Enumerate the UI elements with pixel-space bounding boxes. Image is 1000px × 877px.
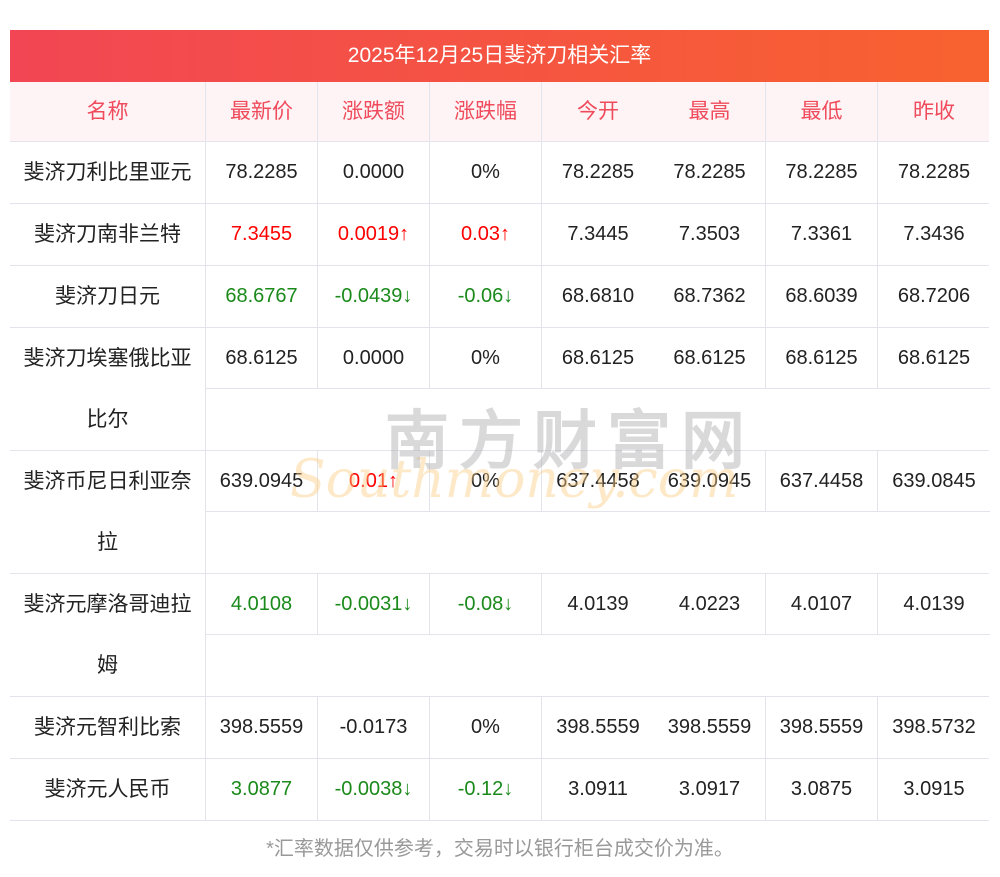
rate-cell: 68.7206	[897, 285, 971, 307]
rate-cell: 7.3445	[567, 223, 629, 245]
rate-cell: -0.0439↓	[318, 266, 430, 327]
rate-cell: 0%	[430, 697, 542, 758]
currency-name: 斐济刀日元	[10, 266, 206, 327]
rate-cell: 3.0915	[903, 778, 965, 800]
currency-name: 斐济刀南非兰特	[10, 204, 206, 265]
column-header: 最低	[766, 82, 878, 141]
rate-cell: 68.6125	[206, 328, 318, 388]
rate-cell: 637.4458	[556, 470, 640, 492]
rate-cell: 0.0000	[318, 328, 430, 388]
table-row: 斐济刀埃塞俄比亚比尔 68.6125 0.0000 0% 68.6125 68.6125 6…	[10, 328, 990, 451]
column-header: 最新价	[206, 82, 318, 141]
rate-cell: 0.0019↑	[318, 204, 430, 265]
table-row: 斐济元摩洛哥迪拉姆 4.0108 -0.0031↓ -0.08↓ 4.0139 4.022…	[10, 574, 990, 697]
rate-cell: 68.6039	[766, 266, 878, 327]
column-header: 涨跌额	[318, 82, 430, 141]
table-row: 斐济币尼日利亚奈拉 639.0945 0.01↑ 0% 637.4458 639.0945…	[10, 451, 990, 574]
column-header: 名称	[10, 82, 206, 141]
column-header: 涨跌幅	[430, 82, 542, 141]
rate-cell: -0.06↓	[430, 266, 542, 327]
rate-cell: 398.5559	[206, 697, 318, 758]
rate-cell: 398.5732	[892, 716, 976, 738]
rate-cell: 398.5559	[556, 716, 640, 738]
rate-cell: 639.0845	[892, 470, 976, 492]
rate-cell: 0.0000	[318, 142, 430, 203]
rate-cell: 0%	[430, 451, 542, 511]
rate-cell: 639.0945	[654, 451, 766, 511]
rate-cell: 78.2285	[561, 161, 635, 183]
rate-cell: 4.0139	[903, 593, 965, 615]
column-header: 昨收	[913, 100, 955, 123]
rate-cell: 0%	[430, 328, 542, 388]
disclaimer-note: *汇率数据仅供参考，交易时以银行柜台成交价为准。	[266, 838, 734, 860]
rate-cell: 3.0911	[568, 778, 628, 800]
currency-name: 斐济刀埃塞俄比亚比尔	[10, 328, 206, 450]
table-row: 斐济刀南非兰特 7.3455 0.0019↑ 0.03↑ 7.3445 7.3503 7.3…	[10, 204, 989, 266]
rate-cell: 398.5559	[654, 697, 766, 758]
rate-cell: 68.6125	[766, 328, 878, 388]
rate-cell: 7.3455	[206, 204, 318, 265]
rate-cell: 4.0223	[654, 574, 766, 634]
rate-cell: 3.0917	[654, 759, 766, 820]
rate-cell: 4.0107	[766, 574, 878, 634]
rate-cell: -0.0031↓	[318, 574, 430, 634]
rate-cell: 0%	[430, 142, 542, 203]
table-row: 斐济刀利比里亚元 78.2285 0.0000 0% 78.2285 78.2285 78.…	[10, 142, 989, 204]
table-title: 2025年12月25日斐济刀相关汇率	[10, 30, 989, 82]
table-row: 斐济元智利比索 398.5559 -0.0173 0% 398.5559 398.5559…	[10, 697, 989, 759]
rate-cell: 78.2285	[654, 142, 766, 203]
rate-cell: -0.12↓	[430, 759, 542, 820]
rate-cell: 68.6125	[654, 328, 766, 388]
rate-cell: 637.4458	[766, 451, 878, 511]
rate-cell: 0.01↑	[318, 451, 430, 511]
rate-cell: 78.2285	[206, 142, 318, 203]
rate-cell: 398.5559	[766, 697, 878, 758]
rate-cell: -0.08↓	[430, 574, 542, 634]
rate-cell: 3.0875	[766, 759, 878, 820]
rate-cell: 68.6767	[206, 266, 318, 327]
currency-name: 斐济元摩洛哥迪拉姆	[10, 574, 206, 696]
rate-table: 2025年12月25日斐济刀相关汇率 名称 最新价 涨跌额 涨跌幅 今开 最高 最低 昨收 斐…	[10, 30, 990, 821]
rate-cell: 7.3436	[903, 223, 965, 245]
rate-cell: -0.0038↓	[318, 759, 430, 820]
rate-cell: 78.2285	[897, 161, 971, 183]
header-row: 名称 最新价 涨跌额 涨跌幅 今开 最高 最低 昨收	[10, 82, 989, 142]
rate-cell: 4.0108	[206, 574, 318, 634]
rate-cell: 7.3503	[654, 204, 766, 265]
rate-cell: 68.7362	[654, 266, 766, 327]
rate-cell: 7.3361	[766, 204, 878, 265]
rate-cell: 78.2285	[766, 142, 878, 203]
currency-name: 斐济元智利比索	[10, 697, 206, 758]
table-row: 斐济刀日元 68.6767 -0.0439↓ -0.06↓ 68.6810 68.7362…	[10, 266, 989, 328]
rate-cell: 639.0945	[206, 451, 318, 511]
currency-name: 斐济刀利比里亚元	[10, 142, 206, 203]
column-header: 最高	[654, 82, 766, 141]
rate-cell: 68.6810	[561, 285, 635, 307]
rate-cell: 4.0139	[567, 593, 629, 615]
rate-cell: 3.0877	[206, 759, 318, 820]
rate-cell: -0.0173	[318, 697, 430, 758]
table-row: 斐济元人民币 3.0877 -0.0038↓ -0.12↓ 3.0911 3.0917 3.…	[10, 759, 989, 821]
rate-cell: 0.03↑	[430, 204, 542, 265]
column-header: 今开	[577, 100, 619, 123]
rate-cell: 68.6125	[561, 347, 635, 369]
currency-name: 斐济币尼日利亚奈拉	[10, 451, 206, 573]
rate-cell: 68.6125	[897, 347, 971, 369]
currency-name: 斐济元人民币	[10, 759, 206, 820]
